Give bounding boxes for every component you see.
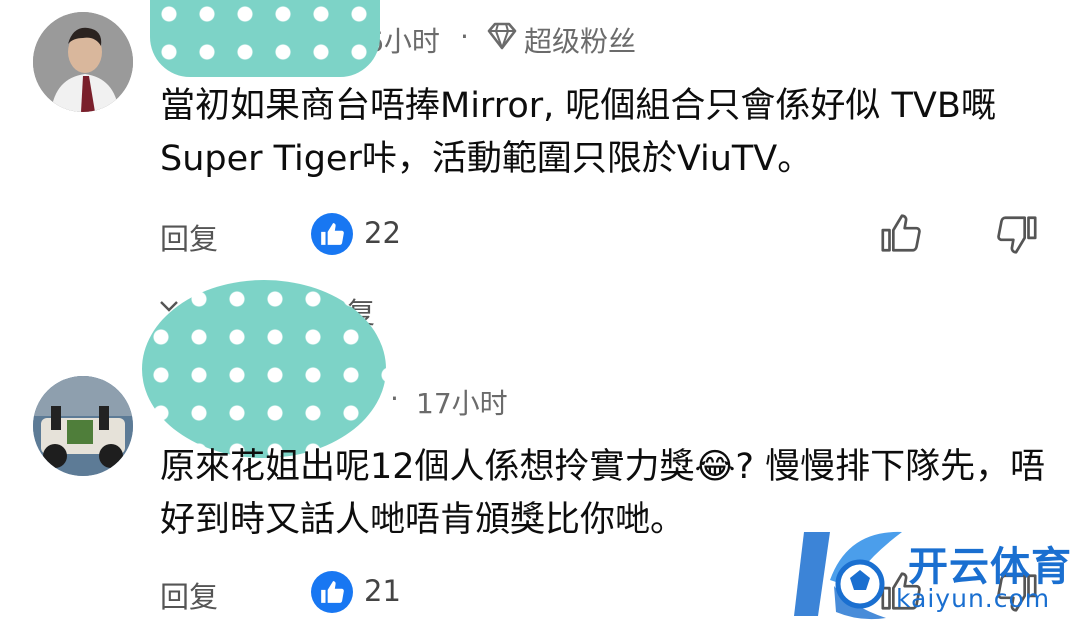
thumbs-up-icon bbox=[321, 581, 344, 603]
toy-car-photo-icon bbox=[33, 376, 133, 476]
watermark-logo: 开云体育 kaiyun.com bbox=[790, 522, 1080, 628]
super-fan-badge: 超级粉丝 bbox=[524, 25, 637, 58]
thumbs-up-outline-icon[interactable] bbox=[878, 210, 924, 256]
diamond-icon bbox=[486, 21, 518, 51]
thumbs-up-icon bbox=[321, 223, 344, 245]
comment-2-time: 17小时 bbox=[416, 387, 508, 420]
privacy-mask bbox=[142, 280, 386, 458]
comment-1-text: 當初如果商台唔捧Mirror, 呢個組合只會係好似 TVB嘅Super Tige… bbox=[160, 86, 996, 179]
reply-button[interactable]: 回复 bbox=[160, 574, 218, 616]
meta-separator: · bbox=[390, 382, 399, 415]
like-button[interactable] bbox=[311, 571, 353, 613]
meta-separator: · bbox=[460, 20, 469, 53]
reply-button[interactable]: 回复 bbox=[160, 216, 218, 258]
like-button[interactable] bbox=[311, 213, 353, 255]
privacy-mask bbox=[150, 0, 380, 77]
avatar-comment-2[interactable] bbox=[33, 376, 133, 476]
like-count: 22 bbox=[364, 216, 401, 250]
thumbs-down-outline-icon[interactable] bbox=[994, 212, 1040, 258]
person-photo-icon bbox=[33, 12, 133, 112]
like-count: 21 bbox=[364, 574, 401, 608]
kaiyun-logo-icon bbox=[794, 531, 902, 620]
avatar-comment-1[interactable] bbox=[33, 12, 133, 112]
watermark-domain: kaiyun.com bbox=[896, 584, 1051, 613]
